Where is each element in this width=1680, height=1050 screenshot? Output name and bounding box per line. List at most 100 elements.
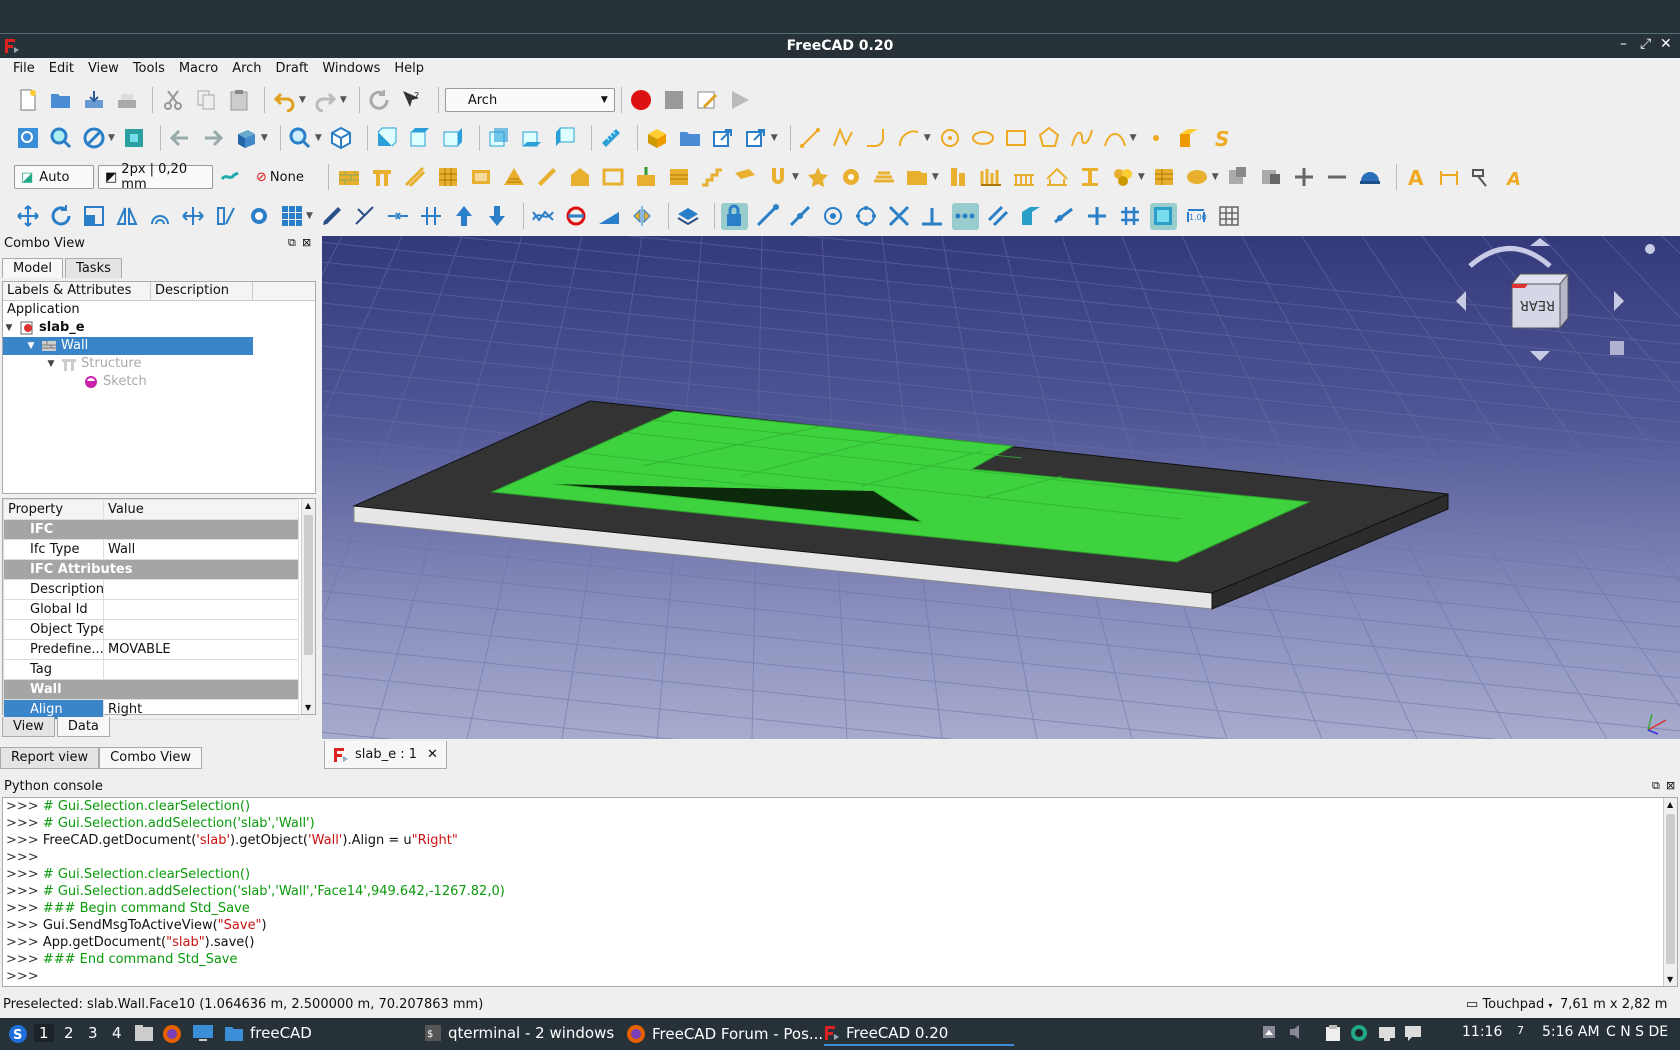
view-right-icon[interactable] — [440, 125, 467, 152]
property-value[interactable]: MOVABLE — [103, 639, 299, 660]
float-panel-icon[interactable]: ⧉ — [1652, 779, 1660, 793]
pipe-dropdown-icon[interactable]: ▼ — [792, 172, 799, 182]
bim-helmet-icon[interactable] — [1357, 164, 1384, 191]
draft-scale-icon[interactable] — [80, 203, 107, 230]
arch-cutplane-icon[interactable] — [871, 164, 898, 191]
navigation-cube[interactable]: REAR — [1430, 236, 1680, 376]
workbench-selector[interactable]: Arch ▼ — [444, 88, 615, 112]
draft-point-icon[interactable] — [1143, 125, 1170, 152]
fit-all-icon[interactable] — [14, 125, 41, 152]
draft-edit-icon[interactable] — [319, 203, 346, 230]
zoom-icon[interactable] — [287, 125, 314, 152]
network-icon[interactable] — [1378, 1024, 1396, 1042]
menu-windows[interactable]: Windows — [315, 58, 387, 81]
draft-dimension-icon[interactable] — [1436, 164, 1463, 191]
arch-pipe-icon[interactable] — [764, 164, 791, 191]
construction-mode-button[interactable]: ◪ Auto — [14, 165, 94, 189]
workspace-4[interactable]: 4 — [112, 1024, 122, 1042]
scroll-up-icon[interactable]: ▲ — [1667, 800, 1673, 809]
plus-icon[interactable] — [1291, 164, 1318, 191]
tree-header-labels[interactable]: Labels & Attributes — [3, 282, 151, 300]
property-row[interactable]: Ifc Type Wall — [3, 539, 299, 560]
arch-equipment-icon[interactable] — [632, 164, 659, 191]
view-top-icon[interactable] — [407, 125, 434, 152]
nav-arrow-down-icon[interactable] — [1530, 351, 1550, 361]
snap-perpendicular-icon[interactable] — [919, 203, 946, 230]
fit-selection-icon[interactable] — [47, 125, 74, 152]
workspace-3[interactable]: 3 — [88, 1024, 98, 1042]
close-window-icon[interactable]: ✕ — [1660, 36, 1672, 52]
arch-grid-icon[interactable] — [1011, 164, 1038, 191]
update-icon[interactable] — [1350, 1024, 1368, 1042]
arch-ifc-icon[interactable] — [1184, 164, 1211, 191]
draft-subelement-icon[interactable] — [352, 203, 379, 230]
draft-downgrade-icon[interactable] — [484, 203, 511, 230]
snap-working-plane-icon[interactable] — [1149, 202, 1177, 230]
nav-menu-icon[interactable] — [1645, 244, 1655, 254]
3d-viewport[interactable]: REAR — [322, 236, 1680, 739]
arch-space-icon[interactable] — [731, 164, 758, 191]
draft-polygon-icon[interactable] — [1036, 125, 1063, 152]
tab-report-view[interactable]: Report view — [0, 747, 100, 769]
tree-item-application[interactable]: Application — [3, 301, 315, 319]
draft-array-icon[interactable] — [278, 203, 305, 230]
console-scrollbar[interactable]: ▲ ▼ — [1663, 798, 1677, 986]
arch-add-icon[interactable] — [1225, 164, 1252, 191]
draft-arc-icon[interactable] — [896, 125, 923, 152]
property-value[interactable]: Wall — [103, 539, 299, 560]
arch-truss-icon[interactable] — [945, 164, 972, 191]
draft-line-icon[interactable] — [797, 125, 824, 152]
draft-shapestring-icon[interactable]: S — [1209, 125, 1236, 152]
material-dropdown-icon[interactable]: ▼ — [1138, 172, 1145, 182]
menu-draft[interactable]: Draft — [269, 58, 316, 81]
snap-intersection-icon[interactable] — [886, 203, 913, 230]
snap-extension-icon[interactable] — [951, 202, 979, 230]
taskbar-item-freecad[interactable]: FreeCAD 0.20 — [824, 1024, 1014, 1046]
macro-edit-icon[interactable] — [694, 87, 721, 114]
draft-label-icon[interactable] — [1469, 164, 1496, 191]
forward-icon[interactable] — [200, 125, 227, 152]
open-folder-icon[interactable] — [47, 87, 74, 114]
desktop-launcher-icon[interactable] — [192, 1024, 214, 1042]
draft-offset-icon[interactable] — [146, 203, 173, 230]
menu-edit[interactable]: Edit — [42, 58, 81, 81]
arch-ibeam-icon[interactable] — [1077, 164, 1104, 191]
snap-endpoint-icon[interactable] — [754, 203, 781, 230]
arch-building-icon[interactable] — [566, 164, 593, 191]
draft-slope-icon[interactable] — [596, 203, 623, 230]
property-value[interactable] — [103, 599, 299, 620]
tree-header-description[interactable]: Description — [151, 282, 253, 300]
measure-distance-icon[interactable] — [598, 125, 625, 152]
scroll-up-icon[interactable]: ▲ — [305, 501, 311, 510]
arch-window-icon[interactable] — [467, 164, 494, 191]
macro-record-icon[interactable] — [628, 87, 655, 114]
draft-flip-icon[interactable] — [629, 203, 656, 230]
arc-dropdown-icon[interactable]: ▼ — [924, 133, 931, 143]
property-group[interactable]: IFC Attributes — [3, 559, 299, 580]
scroll-down-icon[interactable]: ▼ — [1667, 975, 1673, 984]
scroll-down-icon[interactable]: ▼ — [305, 703, 311, 712]
arch-frame-icon[interactable] — [599, 164, 626, 191]
draft-polyline-icon[interactable] — [830, 125, 857, 152]
workspace-2[interactable]: 2 — [64, 1024, 74, 1042]
view-front-icon[interactable] — [374, 125, 401, 152]
menu-view[interactable]: View — [81, 58, 126, 81]
redo-dropdown-icon[interactable]: ▼ — [340, 95, 347, 105]
redo-icon[interactable] — [312, 87, 339, 114]
draft-text-icon[interactable]: A — [1403, 164, 1430, 191]
draft-circle-icon[interactable] — [937, 125, 964, 152]
chevron-down-icon[interactable]: ▼ — [3, 319, 15, 337]
undo-icon[interactable] — [271, 87, 298, 114]
draft-rectangle-icon[interactable] — [1003, 125, 1030, 152]
autogroup-button[interactable]: ⊘ None — [250, 165, 322, 189]
property-row[interactable]: Tag — [3, 659, 299, 680]
tray-arrow-icon[interactable] — [1262, 1024, 1276, 1040]
arch-site-icon[interactable] — [838, 164, 865, 191]
draft-annotation-style-icon[interactable]: A — [1502, 164, 1529, 191]
arch-axis-icon[interactable] — [904, 164, 931, 191]
taskbar-item-qterminal[interactable]: $ qterminal - 2 windows — [424, 1024, 614, 1042]
tab-combo-view[interactable]: Combo View — [99, 747, 203, 769]
scrollbar-thumb[interactable] — [1666, 814, 1675, 964]
undo-dropdown-icon[interactable]: ▼ — [299, 95, 306, 105]
draft-bspline-icon[interactable] — [1069, 125, 1096, 152]
